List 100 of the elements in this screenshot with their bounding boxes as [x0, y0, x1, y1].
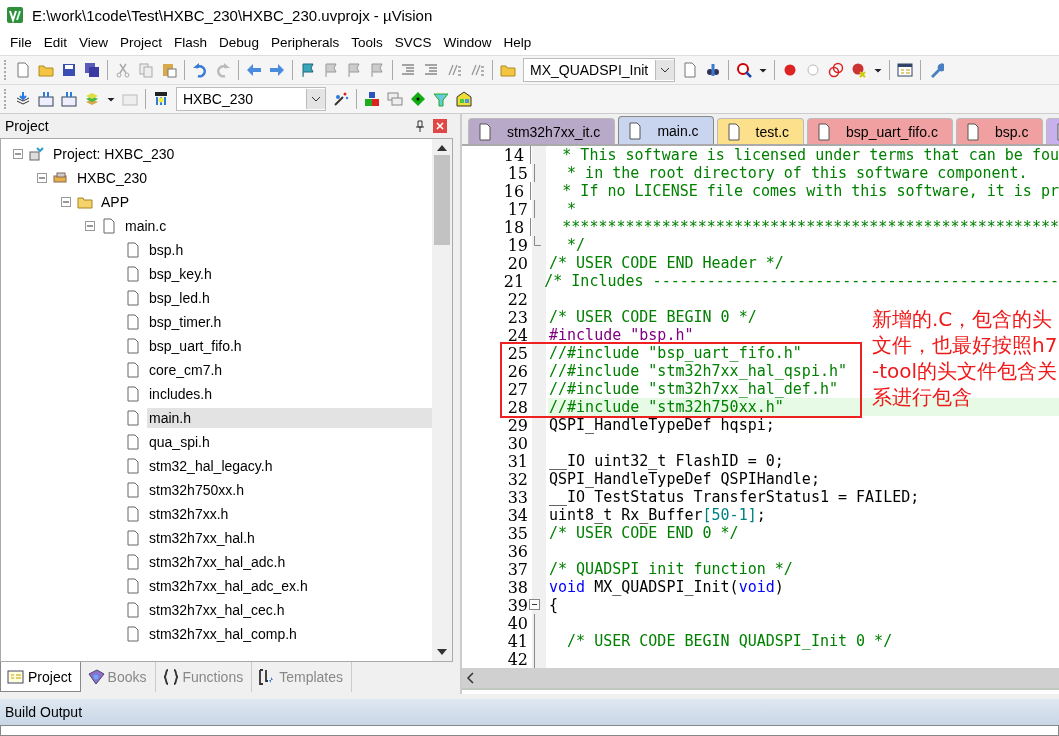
close-icon[interactable] [433, 119, 447, 133]
file-tab[interactable]: test.c [716, 118, 805, 144]
tree-item[interactable]: Project: HXBC_230 [51, 144, 432, 164]
file-icon [125, 242, 141, 258]
line-number: 31 [506, 451, 529, 471]
redo-icon[interactable] [215, 62, 231, 78]
circle-icon[interactable] [805, 62, 821, 78]
build-icon[interactable] [15, 91, 31, 107]
outdent-icon[interactable] [423, 62, 439, 78]
scroll-up-icon[interactable] [437, 145, 447, 151]
menu-item[interactable]: View [73, 35, 115, 50]
tree-item[interactable]: stm32h750xx.h [147, 480, 432, 500]
uncomment-icon[interactable] [469, 62, 485, 78]
binoculars-icon[interactable] [705, 62, 721, 78]
menu-item[interactable]: Project [114, 35, 169, 50]
rebuild-icon[interactable] [61, 91, 77, 107]
load-icon[interactable] [153, 91, 169, 107]
file-tab[interactable]: bsp.c [955, 118, 1044, 144]
tree-item[interactable]: stm32h7xx_hal_comp.h [147, 624, 432, 644]
menu-item[interactable]: Debug [213, 35, 265, 50]
list-icon [7, 668, 25, 685]
panel-tab[interactable]: Project [0, 662, 81, 692]
tree-item[interactable]: qua_spi.h [147, 432, 432, 452]
menu-item[interactable]: Window [437, 35, 498, 50]
flag-previous-icon[interactable] [323, 62, 339, 78]
menu-item[interactable]: Edit [37, 35, 74, 50]
magic-wand-icon[interactable] [333, 91, 349, 107]
file-tab[interactable]: main.c [618, 116, 714, 144]
double-circle-icon[interactable] [828, 62, 844, 78]
breakpoint-icon[interactable] [782, 62, 798, 78]
scrollbar[interactable] [462, 668, 1059, 690]
scroll-down-icon[interactable] [437, 649, 447, 655]
line-number: 25 [506, 343, 529, 363]
menu-item[interactable]: Flash [168, 35, 214, 50]
dropdown[interactable]: HXBC_230 [176, 87, 326, 111]
save-icon[interactable] [61, 62, 77, 78]
tree-item[interactable]: bsp_uart_fifo.h [147, 336, 432, 356]
menu-item[interactable]: SVCS [388, 35, 438, 50]
flag-clear-icon[interactable] [369, 62, 385, 78]
tree-item[interactable]: HXBC_230 [75, 168, 432, 188]
tree-item[interactable]: stm32h7xx_hal_adc.h [147, 552, 432, 572]
windows-icon[interactable] [387, 91, 403, 107]
magnifier-icon[interactable] [736, 62, 752, 78]
tree-item[interactable]: stm32h7xx.h [147, 504, 432, 524]
scroll-thumb[interactable] [434, 155, 450, 245]
tree-item[interactable]: core_cm7.h [147, 360, 432, 380]
tree-item[interactable]: includes.h [147, 384, 432, 404]
tree-item[interactable]: APP [99, 192, 432, 212]
comment-icon[interactable] [446, 62, 462, 78]
menu-item[interactable]: Tools [345, 35, 389, 50]
file-tab[interactable]: stm32h7xx_it.c [468, 118, 616, 144]
file-tab[interactable]: bsp_uart_fifo.c [807, 118, 953, 144]
collapse-icon[interactable] [529, 599, 540, 610]
pin-icon[interactable] [415, 120, 425, 132]
new-file-icon[interactable] [15, 62, 31, 78]
cut-icon[interactable] [115, 62, 131, 78]
forward-arrow-icon[interactable] [269, 62, 285, 78]
tree-item[interactable]: bsp_timer.h [147, 312, 432, 332]
app-logo-icon [6, 6, 24, 24]
code-line: __IO uint32_t FlashID = 0; [549, 452, 784, 470]
menu-item[interactable]: File [4, 35, 38, 50]
tree-item[interactable]: bsp_led.h [147, 288, 432, 308]
tree-item[interactable]: stm32_hal_legacy.h [147, 456, 432, 476]
save-all-icon[interactable] [84, 62, 100, 78]
file-icon [125, 338, 141, 354]
back-arrow-icon[interactable] [246, 62, 262, 78]
code-line: /* Includes --------------------------------------------- [544, 272, 1059, 290]
tree-item[interactable]: bsp.h [147, 240, 432, 260]
file-icon [125, 434, 141, 450]
tree-item[interactable]: stm32h7xx_hal_cec.h [147, 600, 432, 620]
file-icon [477, 122, 493, 141]
indent-icon[interactable] [400, 62, 416, 78]
undo-icon[interactable] [192, 62, 208, 78]
diamond-icon[interactable] [410, 91, 426, 107]
code-line: */ [566, 236, 586, 254]
blocks-icon[interactable] [364, 91, 380, 107]
tiles-icon[interactable] [456, 91, 472, 107]
window-icon[interactable] [897, 62, 913, 78]
paste-icon[interactable] [161, 62, 177, 78]
scroll-left-icon[interactable] [466, 672, 474, 684]
tree-item[interactable]: stm32h7xx_hal_adc_ex.h [147, 576, 432, 596]
dropdown[interactable]: MX_QUADSPI_Init [523, 58, 675, 82]
build-all-icon[interactable] [38, 91, 54, 107]
menu-item[interactable]: Help [497, 35, 538, 50]
funnel-icon[interactable] [433, 91, 449, 107]
document-search-icon[interactable] [682, 62, 698, 78]
flag-next-icon[interactable] [346, 62, 362, 78]
tree-item[interactable]: main.c [123, 216, 432, 236]
flag-icon[interactable] [300, 62, 316, 78]
menu-item[interactable]: Peripherals [264, 35, 346, 50]
scrollbar[interactable] [432, 139, 452, 661]
tree-item[interactable]: bsp_key.h [147, 264, 432, 284]
folder-icon[interactable] [500, 62, 516, 78]
copy-icon[interactable] [138, 62, 154, 78]
breakpoint-clear-icon[interactable] [851, 62, 867, 78]
open-folder-icon[interactable] [38, 62, 54, 78]
tree-item[interactable]: stm32h7xx_hal.h [147, 528, 432, 548]
tree-item[interactable]: main.h [147, 408, 432, 428]
stack-icon[interactable] [84, 91, 100, 107]
line-number: 36 [506, 541, 529, 561]
